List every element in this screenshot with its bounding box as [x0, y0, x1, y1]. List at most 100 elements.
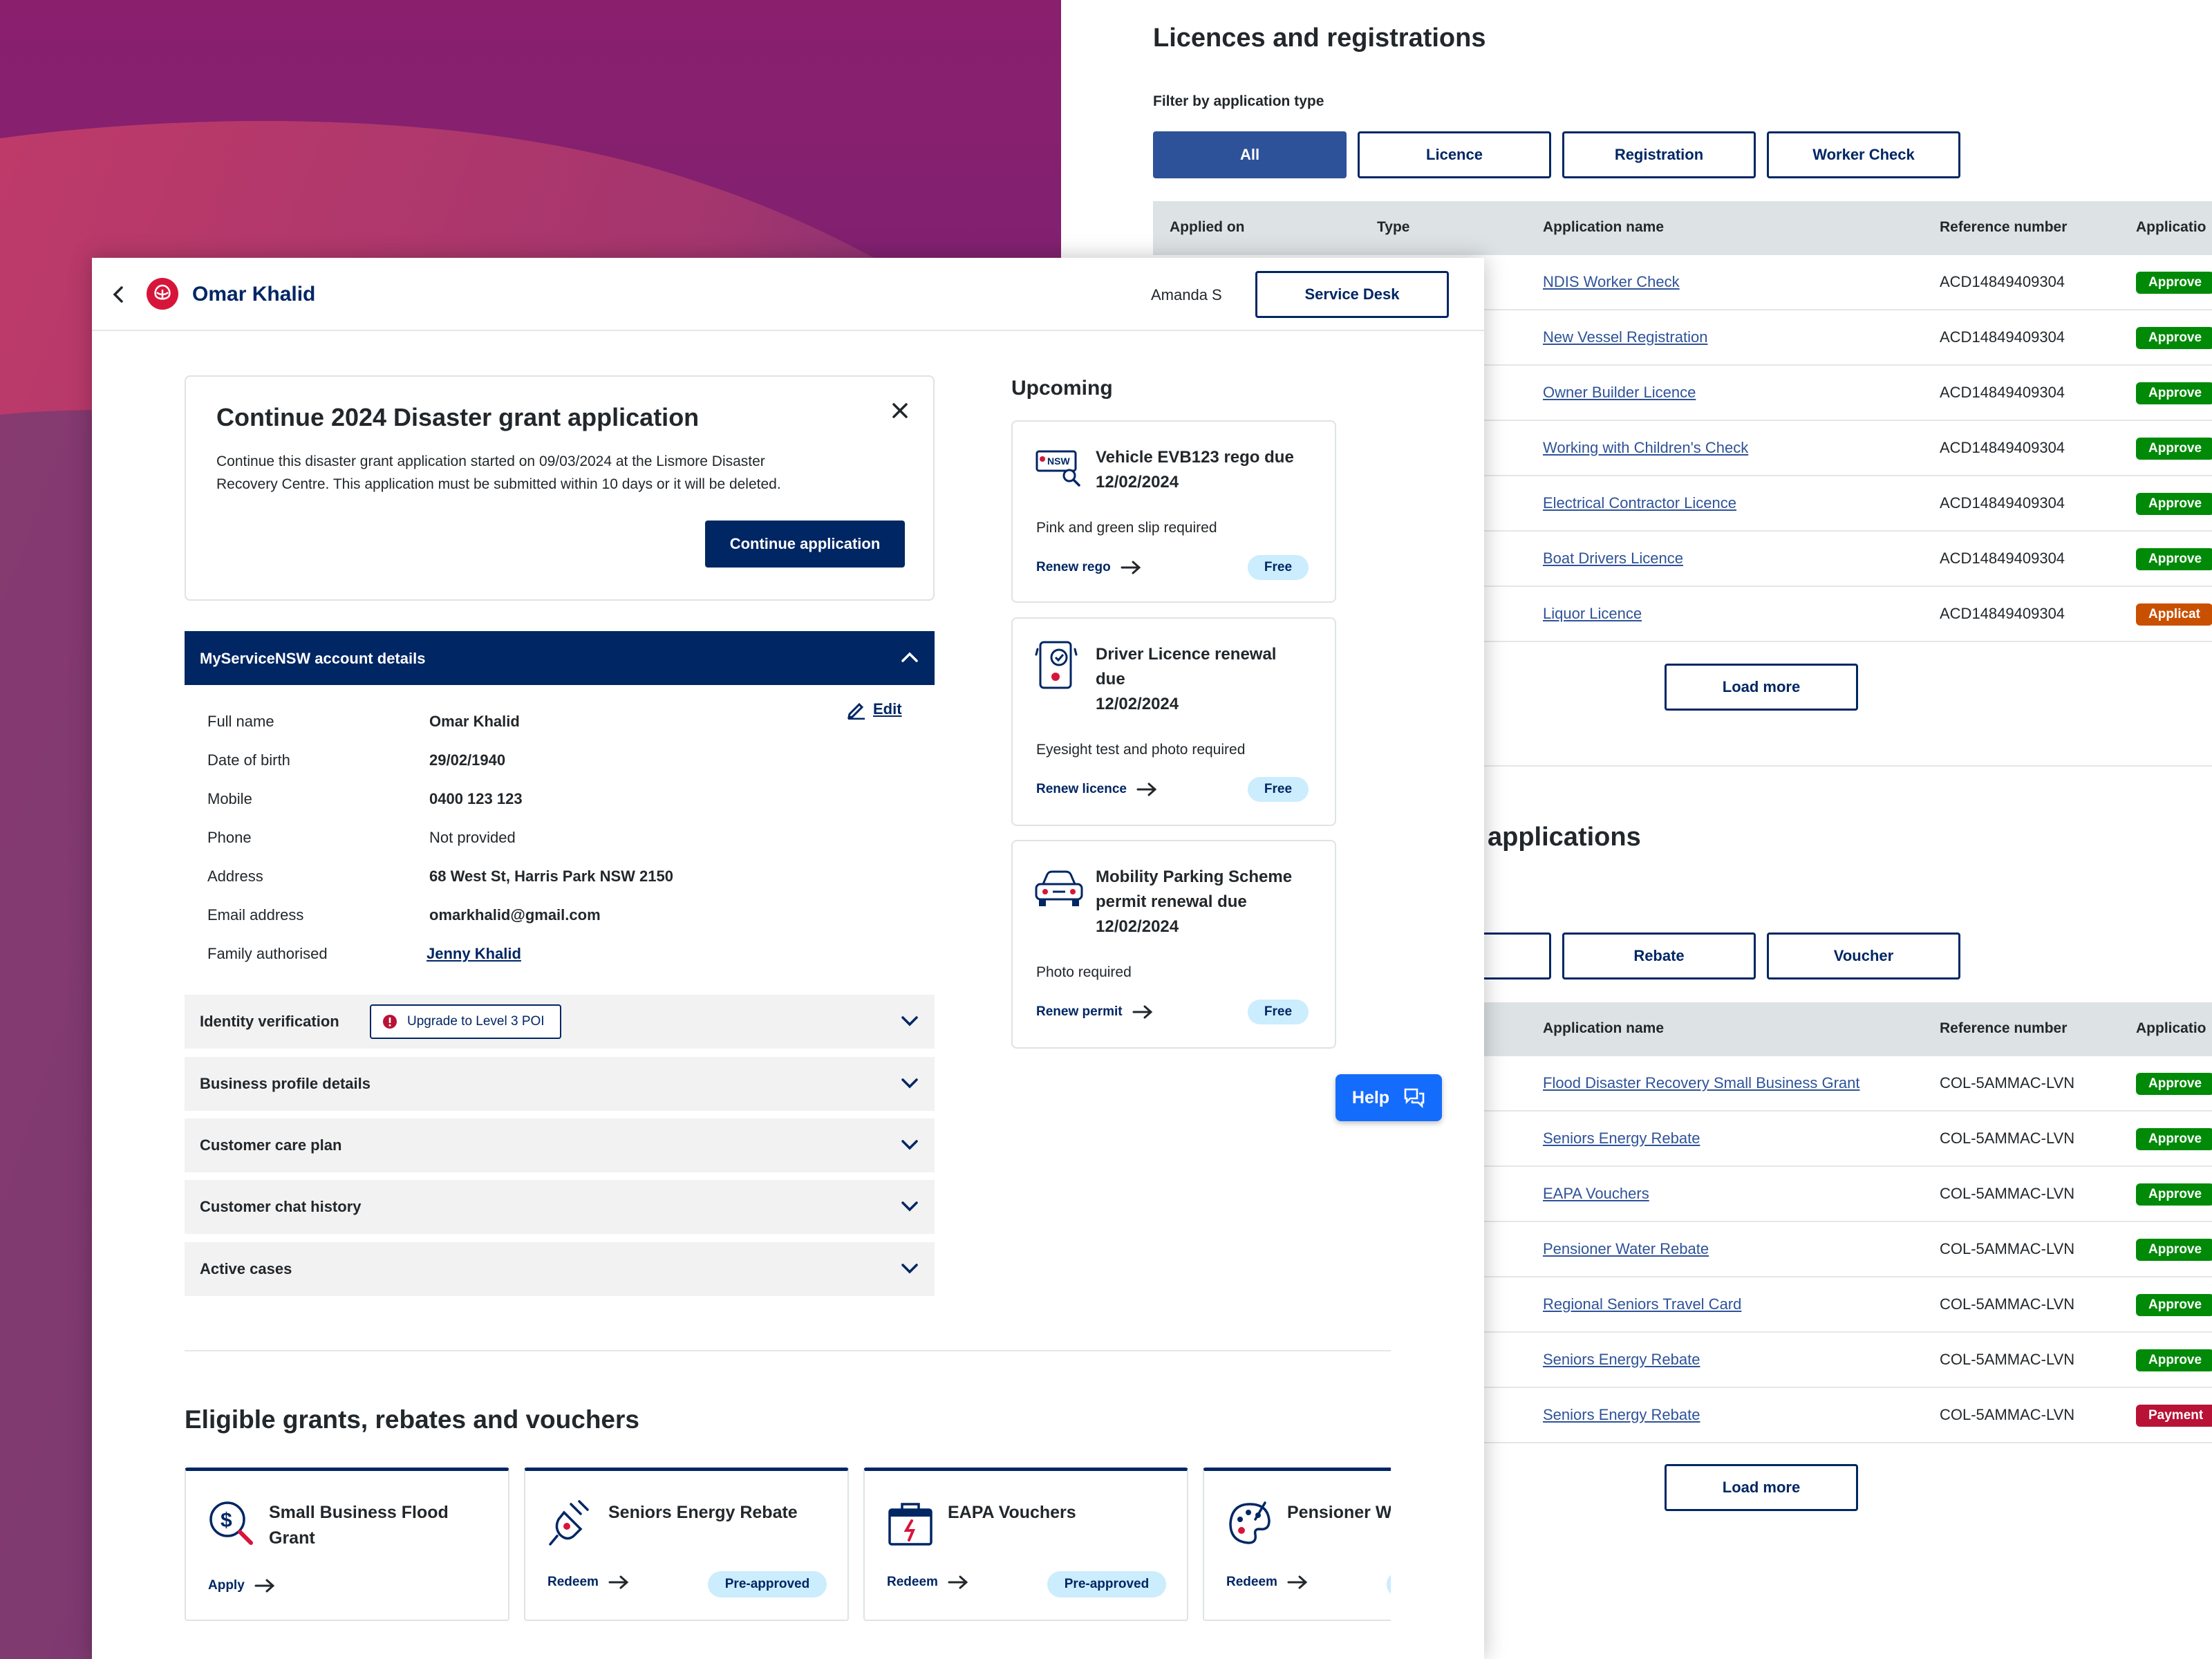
chevron-down-icon[interactable] — [900, 1074, 919, 1093]
upcoming-card-parking: Mobility Parking Scheme permit renewal d… — [1011, 840, 1336, 1049]
upcoming-card-desc: Photo required — [1036, 964, 1132, 980]
application-name-link[interactable]: New Vessel Registration — [1543, 328, 1707, 346]
customer-chat-history-accordion[interactable]: Customer chat history — [185, 1180, 935, 1234]
back-chevron-icon[interactable] — [111, 285, 126, 303]
continue-application-button[interactable]: Continue application — [705, 521, 905, 568]
body-line-1: Continue this disaster grant application… — [216, 453, 765, 469]
application-name-link[interactable]: Regional Seniors Travel Card — [1543, 1295, 1741, 1313]
account-details-header[interactable]: MyServiceNSW account details — [185, 631, 935, 685]
chevron-down-icon[interactable] — [900, 1011, 919, 1031]
application-name-link[interactable]: Seniors Energy Rebate — [1543, 1130, 1700, 1147]
application-name-link[interactable]: EAPA Vouchers — [1543, 1185, 1649, 1203]
licences-load-more-button[interactable]: Load more — [1665, 664, 1858, 711]
business-profile-label: Business profile details — [200, 1075, 371, 1092]
application-name-link[interactable]: NDIS Worker Check — [1543, 273, 1680, 291]
service-desk-button[interactable]: Service Desk — [1255, 271, 1449, 318]
arrow-right-icon — [608, 1575, 629, 1589]
status-badge: Approve — [2136, 438, 2212, 460]
redeem-link[interactable]: Redeem — [547, 1575, 629, 1590]
field-value: 29/02/1940 — [429, 751, 506, 769]
status-badge: Approve — [2136, 1183, 2212, 1206]
continue-card-title: Continue 2024 Disaster grant application — [216, 403, 700, 431]
reference-number: ACD14849409304 — [1940, 384, 2065, 401]
chevron-down-icon[interactable] — [900, 1135, 919, 1154]
dollar-search-icon: $ — [209, 1501, 253, 1545]
identity-verification-accordion[interactable]: Identity verification Upgrade to Level 3… — [185, 995, 935, 1049]
upgrade-poi-badge[interactable]: Upgrade to Level 3 POI — [370, 1004, 561, 1039]
status-badge: Approve — [2136, 327, 2212, 349]
upcoming-card-desc: Eyesight test and photo required — [1036, 742, 1246, 758]
chevron-down-icon[interactable] — [900, 1197, 919, 1216]
active-cases-accordion[interactable]: Active cases — [185, 1242, 935, 1296]
title-line-1: Seniors Energy Rebate — [608, 1503, 798, 1522]
continue-card-body: Continue this disaster grant application… — [216, 450, 781, 496]
filter-rebate-button[interactable]: Rebate — [1562, 932, 1756, 980]
title-line-2: permit renewal due — [1096, 892, 1247, 911]
pre-approved-badge: Pre-approved — [1047, 1571, 1166, 1597]
reference-number: ACD14849409304 — [1940, 273, 2065, 290]
grant-title: Seniors Energy Rebate — [608, 1500, 798, 1526]
col-reference-number: Reference number — [1940, 219, 2068, 235]
customer-care-plan-accordion[interactable]: Customer care plan — [185, 1118, 935, 1172]
field-value: 0400 123 123 — [429, 790, 523, 807]
close-icon[interactable] — [891, 402, 909, 420]
apply-link[interactable]: Apply — [208, 1578, 275, 1593]
status-badge: Approve — [2136, 493, 2212, 515]
redeem-link[interactable]: Redeem — [887, 1575, 968, 1590]
application-name-link[interactable]: Electrical Contractor Licence — [1543, 494, 1736, 512]
redeem-label: Redeem — [1226, 1575, 1277, 1589]
filter-licence-button[interactable]: Licence — [1358, 131, 1551, 178]
help-button[interactable]: Help — [1335, 1074, 1442, 1121]
palette-icon — [1229, 1501, 1271, 1544]
filter-label: Filter by application type — [1153, 93, 1324, 109]
filter-registration-button[interactable]: Registration — [1562, 131, 1756, 178]
field-label: Mobile — [207, 790, 252, 807]
application-name-link[interactable]: Working with Children's Check — [1543, 439, 1748, 457]
filter-voucher-button[interactable]: Voucher — [1767, 932, 1960, 980]
application-name-link[interactable]: Seniors Energy Rebate — [1543, 1351, 1700, 1369]
applications-load-more-button[interactable]: Load more — [1665, 1464, 1858, 1511]
filter-all-button[interactable]: All — [1153, 131, 1347, 178]
customer-chat-history-label: Customer chat history — [200, 1198, 362, 1215]
title-line-2: 12/02/2024 — [1096, 473, 1179, 491]
filter-worker-check-button[interactable]: Worker Check — [1767, 131, 1960, 178]
application-name-link[interactable]: Flood Disaster Recovery Small Business G… — [1543, 1074, 1860, 1092]
renew-rego-link[interactable]: Renew rego — [1036, 560, 1141, 575]
status-badge: Approve — [2136, 272, 2212, 294]
renew-permit-link[interactable]: Renew permit — [1036, 1004, 1153, 1020]
title-line-3: 12/02/2024 — [1096, 917, 1179, 936]
application-name-link[interactable]: Boat Drivers Licence — [1543, 550, 1683, 568]
grant-card-pensioner[interactable]: Pensioner W Redeem — [1203, 1468, 1391, 1621]
application-name-link[interactable]: Owner Builder Licence — [1543, 384, 1696, 402]
col-reference-number: Reference number — [1940, 1020, 2068, 1036]
redeem-label: Redeem — [547, 1575, 599, 1589]
upcoming-card-title: Driver Licence renewal due 12/02/2024 — [1096, 642, 1276, 717]
title-line-1: Driver Licence renewal — [1096, 645, 1277, 664]
application-name-link[interactable]: Liquor Licence — [1543, 605, 1642, 623]
grant-card-flood[interactable]: $ Small Business Flood Grant Apply — [185, 1468, 509, 1621]
pencil-icon — [847, 702, 865, 720]
svg-text:$: $ — [221, 1509, 232, 1532]
application-name-link[interactable]: Pensioner Water Rebate — [1543, 1240, 1709, 1258]
col-type: Type — [1377, 219, 1410, 235]
arrow-right-icon — [1136, 782, 1157, 796]
top-bar: Omar Khalid Amanda S Service Desk — [92, 258, 1484, 331]
body-line-2: Recovery Centre. This application must b… — [216, 476, 781, 492]
grant-card-eapa[interactable]: EAPA Vouchers Redeem Pre-approved — [863, 1468, 1188, 1621]
renew-licence-link[interactable]: Renew licence — [1036, 782, 1157, 797]
chevron-up-icon[interactable] — [900, 648, 919, 667]
edit-link[interactable]: Edit — [845, 699, 902, 720]
reference-number: COL-5AMMAC-LVN — [1940, 1240, 2075, 1257]
redeem-link[interactable]: Redeem — [1226, 1575, 1308, 1590]
business-profile-accordion[interactable]: Business profile details — [185, 1057, 935, 1111]
grant-card-seniors-energy[interactable]: Seniors Energy Rebate Redeem Pre-approve… — [524, 1468, 849, 1621]
status-badge: Approve — [2136, 382, 2212, 404]
chevron-down-icon[interactable] — [900, 1259, 919, 1278]
nsw-plate-icon: NSW — [1035, 450, 1080, 487]
field-label: Full name — [207, 713, 274, 730]
table-row: EAPA Vouchers COL-5AMMAC-LVN Approve — [1484, 1167, 2212, 1222]
table-row: Pensioner Water Rebate COL-5AMMAC-LVN Appr… — [1484, 1222, 2212, 1277]
pre-approved-badge: Pre-approved — [708, 1571, 827, 1597]
family-authorised-link[interactable]: Jenny Khalid — [427, 945, 521, 963]
application-name-link[interactable]: Seniors Energy Rebate — [1543, 1406, 1700, 1424]
